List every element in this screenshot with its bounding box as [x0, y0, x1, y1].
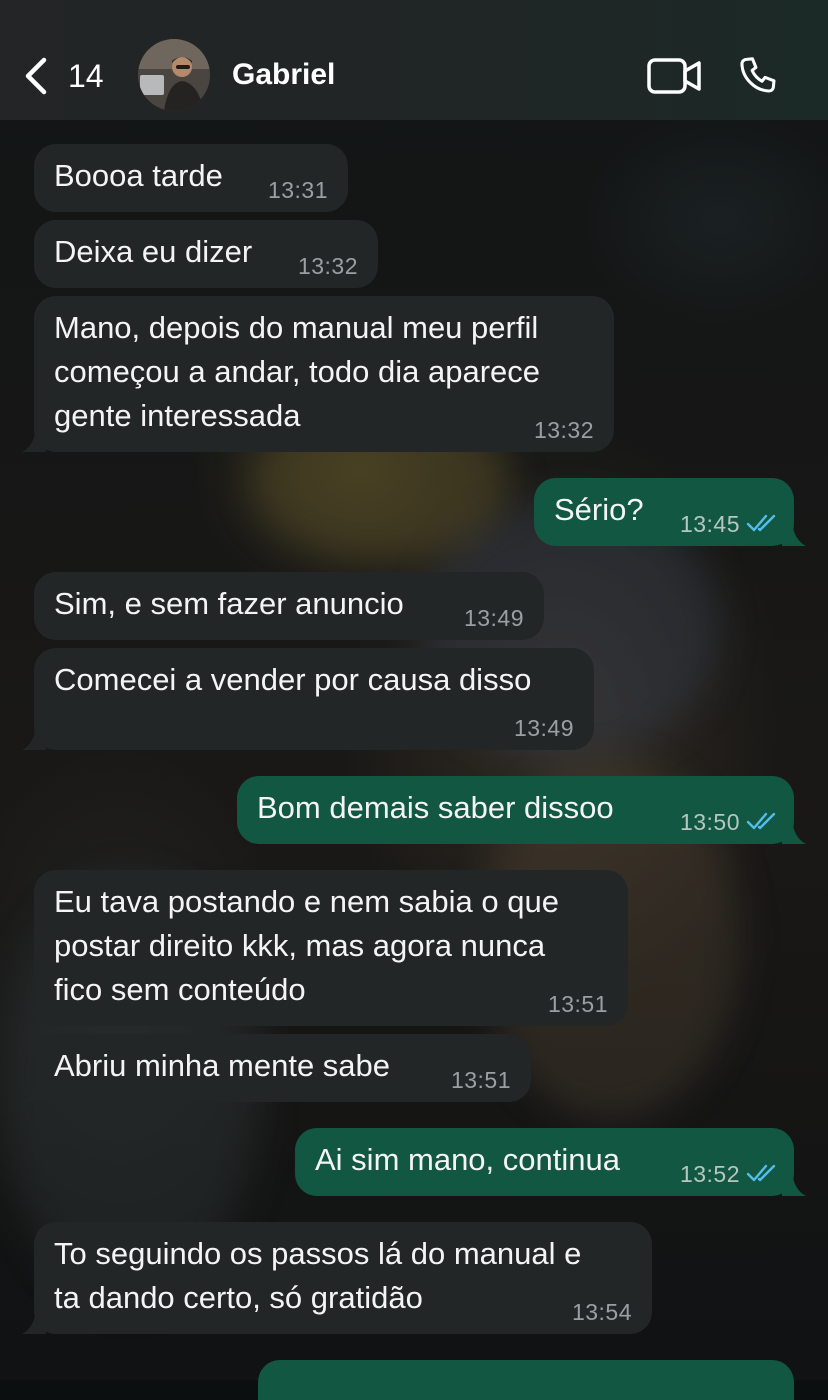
bubble-tail [22, 1310, 46, 1334]
phone-icon [740, 57, 776, 93]
message-bubble-incoming[interactable]: To seguindo os passos lá do manual e ta … [22, 1222, 652, 1334]
message-text: Sim, e sem fazer anuncio [54, 586, 404, 621]
message-text: Abriu minha mente sabe [54, 1048, 391, 1083]
avatar-photo [138, 39, 210, 111]
message-bubble-incoming[interactable]: Eu tava postando e nem sabia o que posta… [34, 870, 628, 1026]
message-bubble-outgoing-partial[interactable] [258, 1360, 794, 1400]
bubble-tail [782, 820, 806, 844]
bubble-tail [782, 1172, 806, 1196]
message-bubble-incoming[interactable]: Deixa eu dizer 13:32 [34, 220, 378, 288]
message-time: 13:52 [679, 1161, 740, 1187]
message-time: 13:49 [463, 605, 524, 631]
message-bubble-outgoing[interactable]: Ai sim mano, continua 13:52 [295, 1128, 806, 1196]
contact-name[interactable]: Gabriel [232, 54, 335, 96]
message-text: Mano, depois do manual meu perfil começo… [54, 310, 541, 433]
message-text: To seguindo os passos lá do manual e ta … [54, 1236, 582, 1315]
unread-count[interactable]: 14 [68, 56, 104, 96]
message-time: 13:32 [533, 417, 594, 443]
bubble-tail [22, 428, 46, 452]
chevron-left-icon [25, 57, 47, 95]
bubble-tail [22, 726, 46, 750]
message-time: 13:32 [297, 253, 358, 279]
message-text: Eu tava postando e nem sabia o que posta… [54, 884, 559, 1007]
message-time: 13:45 [679, 511, 740, 537]
chat-header: 14 Gabriel [0, 0, 828, 120]
double-check-icon [746, 812, 776, 830]
message-time: 13:54 [571, 1299, 632, 1325]
message-bubble-incoming[interactable]: Abriu minha mente sabe 13:51 [22, 1034, 531, 1102]
avatar[interactable] [138, 39, 210, 111]
bubble-tail [22, 1078, 46, 1102]
message-time: 13:51 [450, 1067, 511, 1093]
video-call-button[interactable] [646, 56, 702, 96]
bubble-tail [782, 522, 806, 546]
voice-call-button[interactable] [736, 54, 782, 100]
message-bubble-incoming[interactable]: Comecei a vender por causa disso 13:49 [22, 648, 594, 750]
message-text: Sério? [554, 492, 644, 527]
message-time: 13:50 [679, 809, 740, 835]
message-bubble-incoming[interactable]: Mano, depois do manual meu perfil começo… [22, 296, 614, 452]
message-bubble-outgoing[interactable]: Sério? 13:45 [534, 478, 806, 546]
message-time: 13:31 [267, 177, 328, 203]
message-time: 13:51 [547, 991, 608, 1017]
back-button[interactable] [22, 54, 62, 98]
double-check-icon [746, 514, 776, 532]
message-list[interactable]: Boooa tarde 13:31 Deixa eu dizer 13:32 M… [0, 120, 828, 1400]
message-bubble-incoming[interactable]: Sim, e sem fazer anuncio 13:49 [34, 572, 544, 640]
message-bubble-outgoing[interactable]: Bom demais saber dissoo 13:50 [237, 776, 806, 844]
double-check-icon [746, 1164, 776, 1182]
video-camera-icon [647, 58, 701, 94]
message-text: Comecei a vender por causa disso [54, 662, 532, 697]
message-bubble-incoming[interactable]: Boooa tarde 13:31 [34, 144, 348, 212]
message-time: 13:49 [513, 715, 574, 741]
